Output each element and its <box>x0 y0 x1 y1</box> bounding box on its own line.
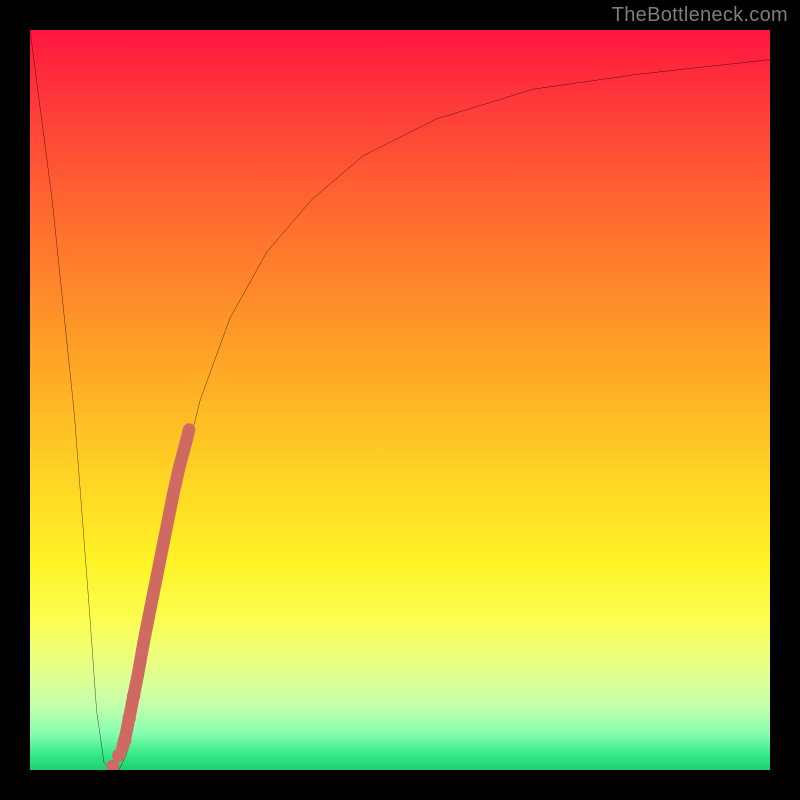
highlight-dot <box>123 712 136 725</box>
highlight-dot <box>112 749 125 762</box>
watermark-text: TheBottleneck.com <box>612 4 788 27</box>
highlight-dot <box>127 689 140 702</box>
curve-layer <box>30 30 770 770</box>
highlight-dot <box>118 734 131 747</box>
plot-area <box>30 30 770 770</box>
chart-frame: TheBottleneck.com <box>0 0 800 800</box>
